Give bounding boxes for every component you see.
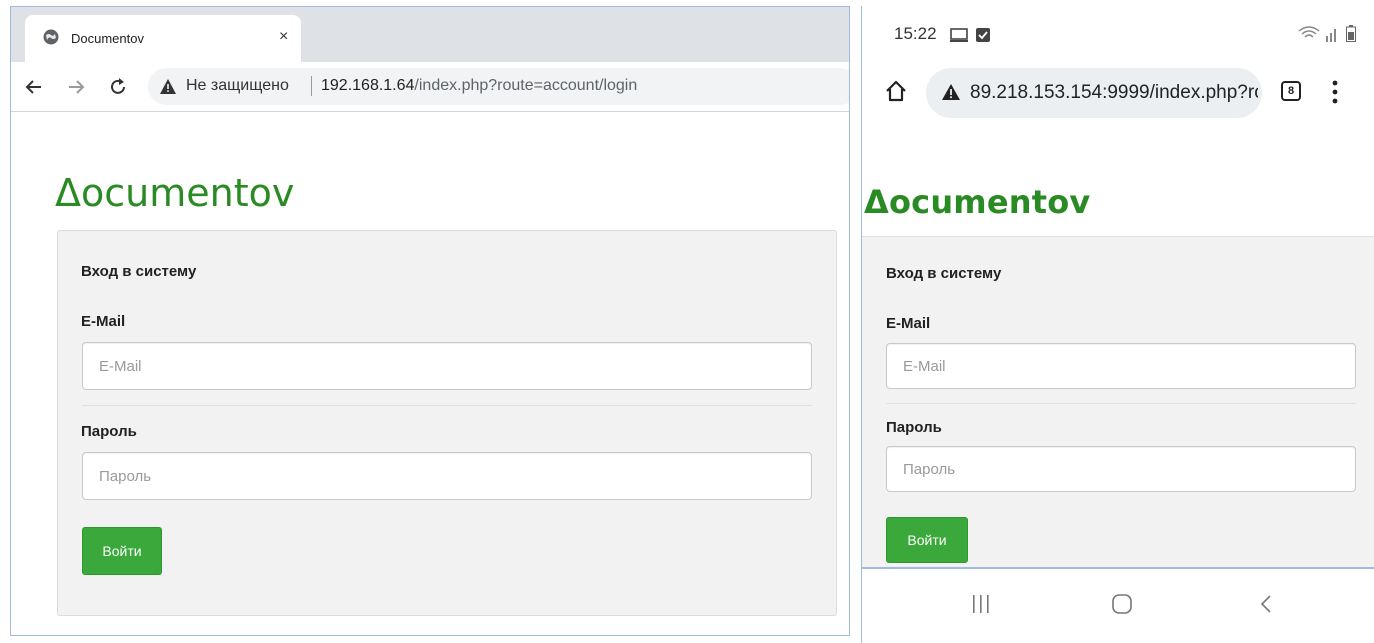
field-divider [886, 403, 1356, 404]
mobile-browser-screen: 15:22 89.218.153.154:9999/index.php?r 8 … [861, 6, 1374, 643]
mobile-toolbar: 89.218.153.154:9999/index.php?route=acco… [862, 58, 1374, 128]
home-nav-icon[interactable] [1109, 591, 1135, 617]
desktop-browser-window: Documentov × Не защищено 192.168.1.64/in… [10, 6, 850, 636]
email-input[interactable] [82, 342, 812, 390]
globe-icon [43, 29, 59, 45]
password-label: Пароль [886, 419, 942, 436]
warning-icon[interactable] [942, 84, 960, 100]
tab-title: Documentov [71, 31, 144, 46]
status-bar: 15:22 [862, 6, 1374, 58]
reload-icon[interactable] [107, 76, 129, 98]
home-icon[interactable] [884, 79, 908, 103]
recent-apps-icon[interactable] [968, 591, 994, 617]
arrow-right-icon[interactable] [65, 76, 87, 98]
login-panel: Вход в систему E-Mail Пароль Войти [862, 236, 1374, 576]
wifi-icon [1298, 26, 1320, 38]
back-nav-icon[interactable] [1254, 591, 1280, 617]
browser-tab[interactable]: Documentov × [25, 15, 301, 62]
login-legend: Вход в систему [81, 263, 197, 280]
battery-icon [1346, 25, 1356, 42]
brand-logo[interactable]: Δocumentov [55, 171, 294, 215]
security-status-label[interactable]: Не защищено [186, 77, 289, 95]
download-done-icon [976, 28, 990, 42]
cast-icon [950, 28, 968, 42]
browser-toolbar: Не защищено 192.168.1.64/index.php?route… [11, 62, 849, 112]
arrow-left-icon[interactable] [23, 76, 45, 98]
warning-icon[interactable] [160, 79, 176, 94]
url-text[interactable]: 192.168.1.64/index.php?route=account/log… [321, 77, 637, 95]
password-label: Пароль [81, 423, 137, 440]
password-input[interactable] [82, 452, 812, 500]
page-content: Δocumentov Вход в систему E-Mail Пароль … [11, 113, 849, 635]
email-input[interactable] [886, 343, 1356, 389]
mobile-page-content: Δocumentov Вход в систему E-Mail Пароль … [862, 128, 1374, 576]
tab-strip: Documentov × [11, 7, 849, 62]
field-divider [82, 405, 812, 406]
password-input[interactable] [886, 446, 1356, 492]
url-path: /index.php?route=account/login [414, 77, 638, 94]
system-navigation-bar [862, 569, 1374, 643]
status-time: 15:22 [894, 24, 937, 43]
mobile-address-bar[interactable]: 89.218.153.154:9999/index.php?route=acco… [926, 68, 1262, 118]
login-panel: Вход в систему E-Mail Пароль Войти [57, 230, 837, 616]
more-vert-icon[interactable] [1332, 80, 1338, 104]
url-host: 192.168.1.64 [321, 77, 415, 94]
brand-logo[interactable]: Δocumentov [864, 183, 1090, 221]
login-button[interactable]: Войти [82, 527, 162, 575]
signal-icon [1326, 29, 1336, 42]
address-bar[interactable]: Не защищено 192.168.1.64/index.php?route… [148, 68, 849, 105]
tab-switcher-button[interactable]: 8 [1281, 81, 1301, 101]
login-legend: Вход в систему [886, 265, 1002, 282]
mobile-url-text[interactable]: 89.218.153.154:9999/index.php?route=acco… [970, 82, 1258, 104]
email-label: E-Mail [81, 313, 126, 330]
login-button[interactable]: Войти [886, 517, 968, 563]
tab-close-icon[interactable]: × [279, 27, 288, 47]
url-separator [311, 76, 312, 96]
email-label: E-Mail [886, 315, 931, 332]
